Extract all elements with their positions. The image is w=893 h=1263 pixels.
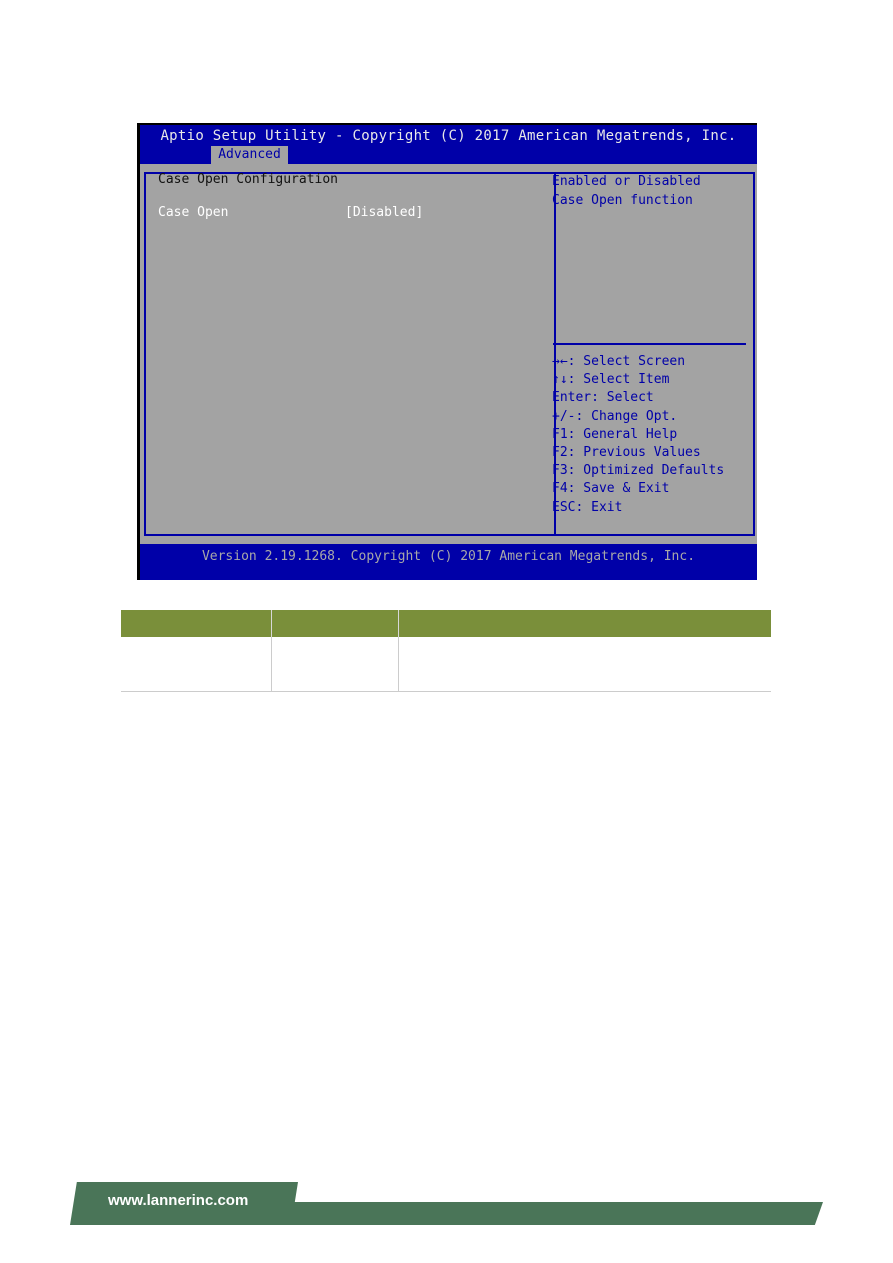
- table-cell: [398, 637, 771, 692]
- key-help-esc: ESC: Exit: [552, 499, 623, 515]
- help-text-line: Enabled or Disabled: [552, 174, 701, 189]
- table-cell: [271, 637, 399, 692]
- bios-setup-screen: Aptio Setup Utility - Copyright (C) 2017…: [137, 123, 757, 580]
- table-cell: [121, 637, 272, 692]
- setting-case-open[interactable]: Case Open [Disabled]: [158, 205, 518, 223]
- table-header-cell: [121, 610, 272, 637]
- bios-footer: Version 2.19.1268. Copyright (C) 2017 Am…: [201, 549, 696, 564]
- key-help-f4: F4: Save & Exit: [552, 481, 670, 497]
- setting-label: Case Open: [158, 205, 229, 220]
- help-pane: Enabled or Disabled Case Open function: [552, 172, 748, 210]
- bios-body: Case Open Configuration Case Open [Disab…: [140, 164, 757, 544]
- footer-website-link[interactable]: www.lannerinc.com: [108, 1192, 248, 1209]
- table-header-cell: [271, 610, 399, 637]
- table-header-row: [121, 610, 771, 637]
- help-text-line: Case Open function: [552, 193, 693, 208]
- settings-table: [121, 610, 771, 692]
- section-title: Case Open Configuration: [158, 172, 339, 187]
- settings-pane: Case Open Configuration Case Open [Disab…: [158, 172, 518, 223]
- help-divider: [553, 343, 746, 345]
- table-header-cell: [398, 610, 771, 637]
- key-help-enter: Enter: Select: [552, 390, 654, 406]
- tab-advanced[interactable]: Advanced: [211, 146, 288, 164]
- bios-title: Aptio Setup Utility - Copyright (C) 2017…: [160, 128, 737, 144]
- key-help-f2: F2: Previous Values: [552, 445, 701, 461]
- key-help-f1: F1: General Help: [552, 426, 678, 442]
- key-help-select-item: ↑↓: Select Item: [552, 372, 670, 388]
- table-row: [121, 637, 771, 692]
- footer-bar-shape: [280, 1202, 823, 1225]
- key-help-f3: F3: Optimized Defaults: [552, 463, 725, 479]
- key-help-list: →←: Select Screen ↑↓: Select Item Enter:…: [552, 353, 724, 517]
- key-help-select-screen: →←: Select Screen: [552, 354, 686, 369]
- key-help-change-opt: +/-: Change Opt.: [552, 408, 678, 424]
- setting-value[interactable]: [Disabled]: [345, 205, 423, 220]
